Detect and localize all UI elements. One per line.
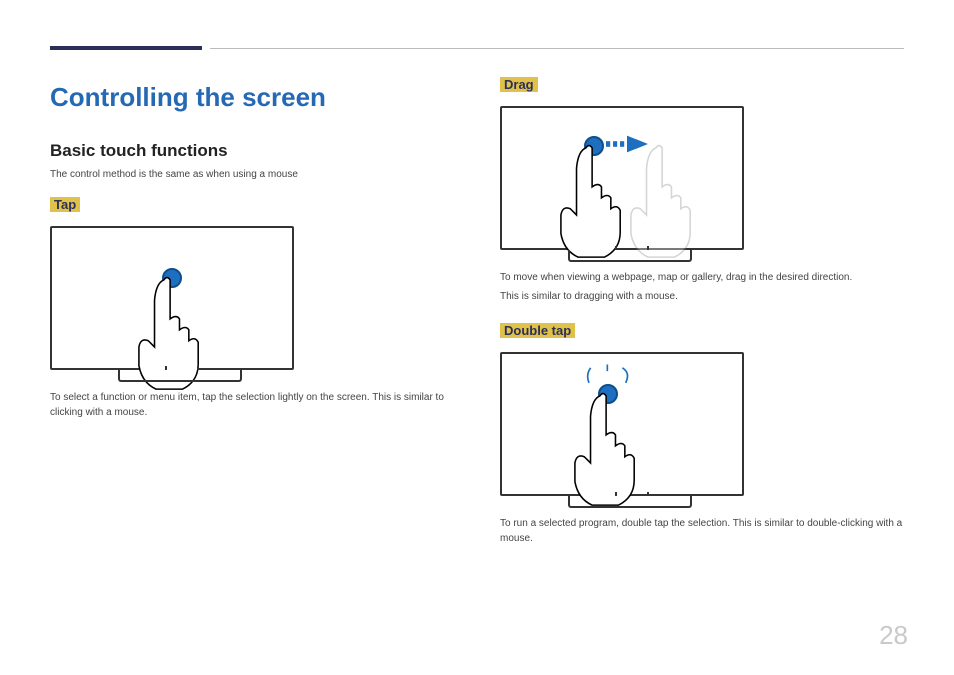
drag-description-1: To move when viewing a webpage, map or g… xyxy=(500,270,904,285)
monitor-icon xyxy=(500,106,744,250)
two-column-layout: Controlling the screen Basic touch funct… xyxy=(50,76,904,550)
monitor-icon xyxy=(500,352,744,496)
section-title: Controlling the screen xyxy=(50,82,454,113)
doubletap-illustration xyxy=(500,352,760,508)
monitor-icon xyxy=(50,226,294,370)
tap-illustration xyxy=(50,226,310,382)
monitor-stand-icon xyxy=(118,370,242,382)
doubletap-heading: Double tap xyxy=(500,323,575,338)
page-number: 28 xyxy=(879,620,908,651)
page: Controlling the screen Basic touch funct… xyxy=(0,0,954,675)
header-rule xyxy=(210,48,904,49)
monitor-stand-icon xyxy=(568,250,692,262)
tap-description: To select a function or menu item, tap t… xyxy=(50,390,454,420)
drag-illustration xyxy=(500,106,760,262)
drag-description-2: This is similar to dragging with a mouse… xyxy=(500,289,904,304)
header-accent-bar xyxy=(50,46,202,50)
intro-text: The control method is the same as when u… xyxy=(50,169,454,180)
tap-heading: Tap xyxy=(50,197,80,212)
monitor-stand-icon xyxy=(568,496,692,508)
right-column: Drag xyxy=(500,76,904,550)
doubletap-description: To run a selected program, double tap th… xyxy=(500,516,904,546)
left-column: Controlling the screen Basic touch funct… xyxy=(50,76,454,550)
subsection-title: Basic touch functions xyxy=(50,141,454,161)
drag-heading: Drag xyxy=(500,77,538,92)
spacer xyxy=(500,308,904,322)
